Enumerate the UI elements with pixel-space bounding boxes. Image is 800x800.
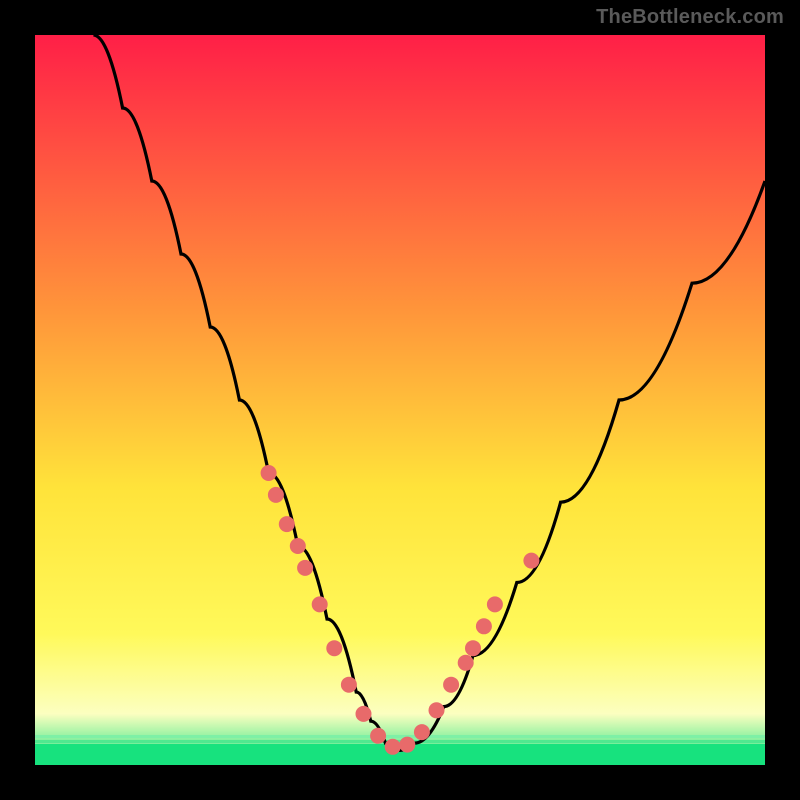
marker-point — [443, 677, 459, 693]
marker-point — [414, 724, 430, 740]
chart-svg — [35, 35, 765, 765]
marker-point — [297, 560, 313, 576]
marker-point — [487, 596, 503, 612]
marker-point — [370, 728, 386, 744]
marker-point — [326, 640, 342, 656]
marker-point — [429, 702, 445, 718]
outer-frame: TheBottleneck.com — [0, 0, 800, 800]
chart-area — [35, 35, 765, 765]
marker-point — [356, 706, 372, 722]
marker-point — [458, 655, 474, 671]
marker-point — [261, 465, 277, 481]
marker-point — [523, 553, 539, 569]
marker-point — [476, 618, 492, 634]
marker-point — [385, 739, 401, 755]
marker-point — [312, 596, 328, 612]
marker-point — [341, 677, 357, 693]
marker-point — [465, 640, 481, 656]
marker-group — [261, 465, 540, 755]
marker-point — [279, 516, 295, 532]
marker-point — [268, 487, 284, 503]
bottleneck-curve — [93, 35, 765, 750]
marker-point — [290, 538, 306, 554]
watermark-text: TheBottleneck.com — [596, 6, 784, 29]
marker-point — [399, 737, 415, 753]
